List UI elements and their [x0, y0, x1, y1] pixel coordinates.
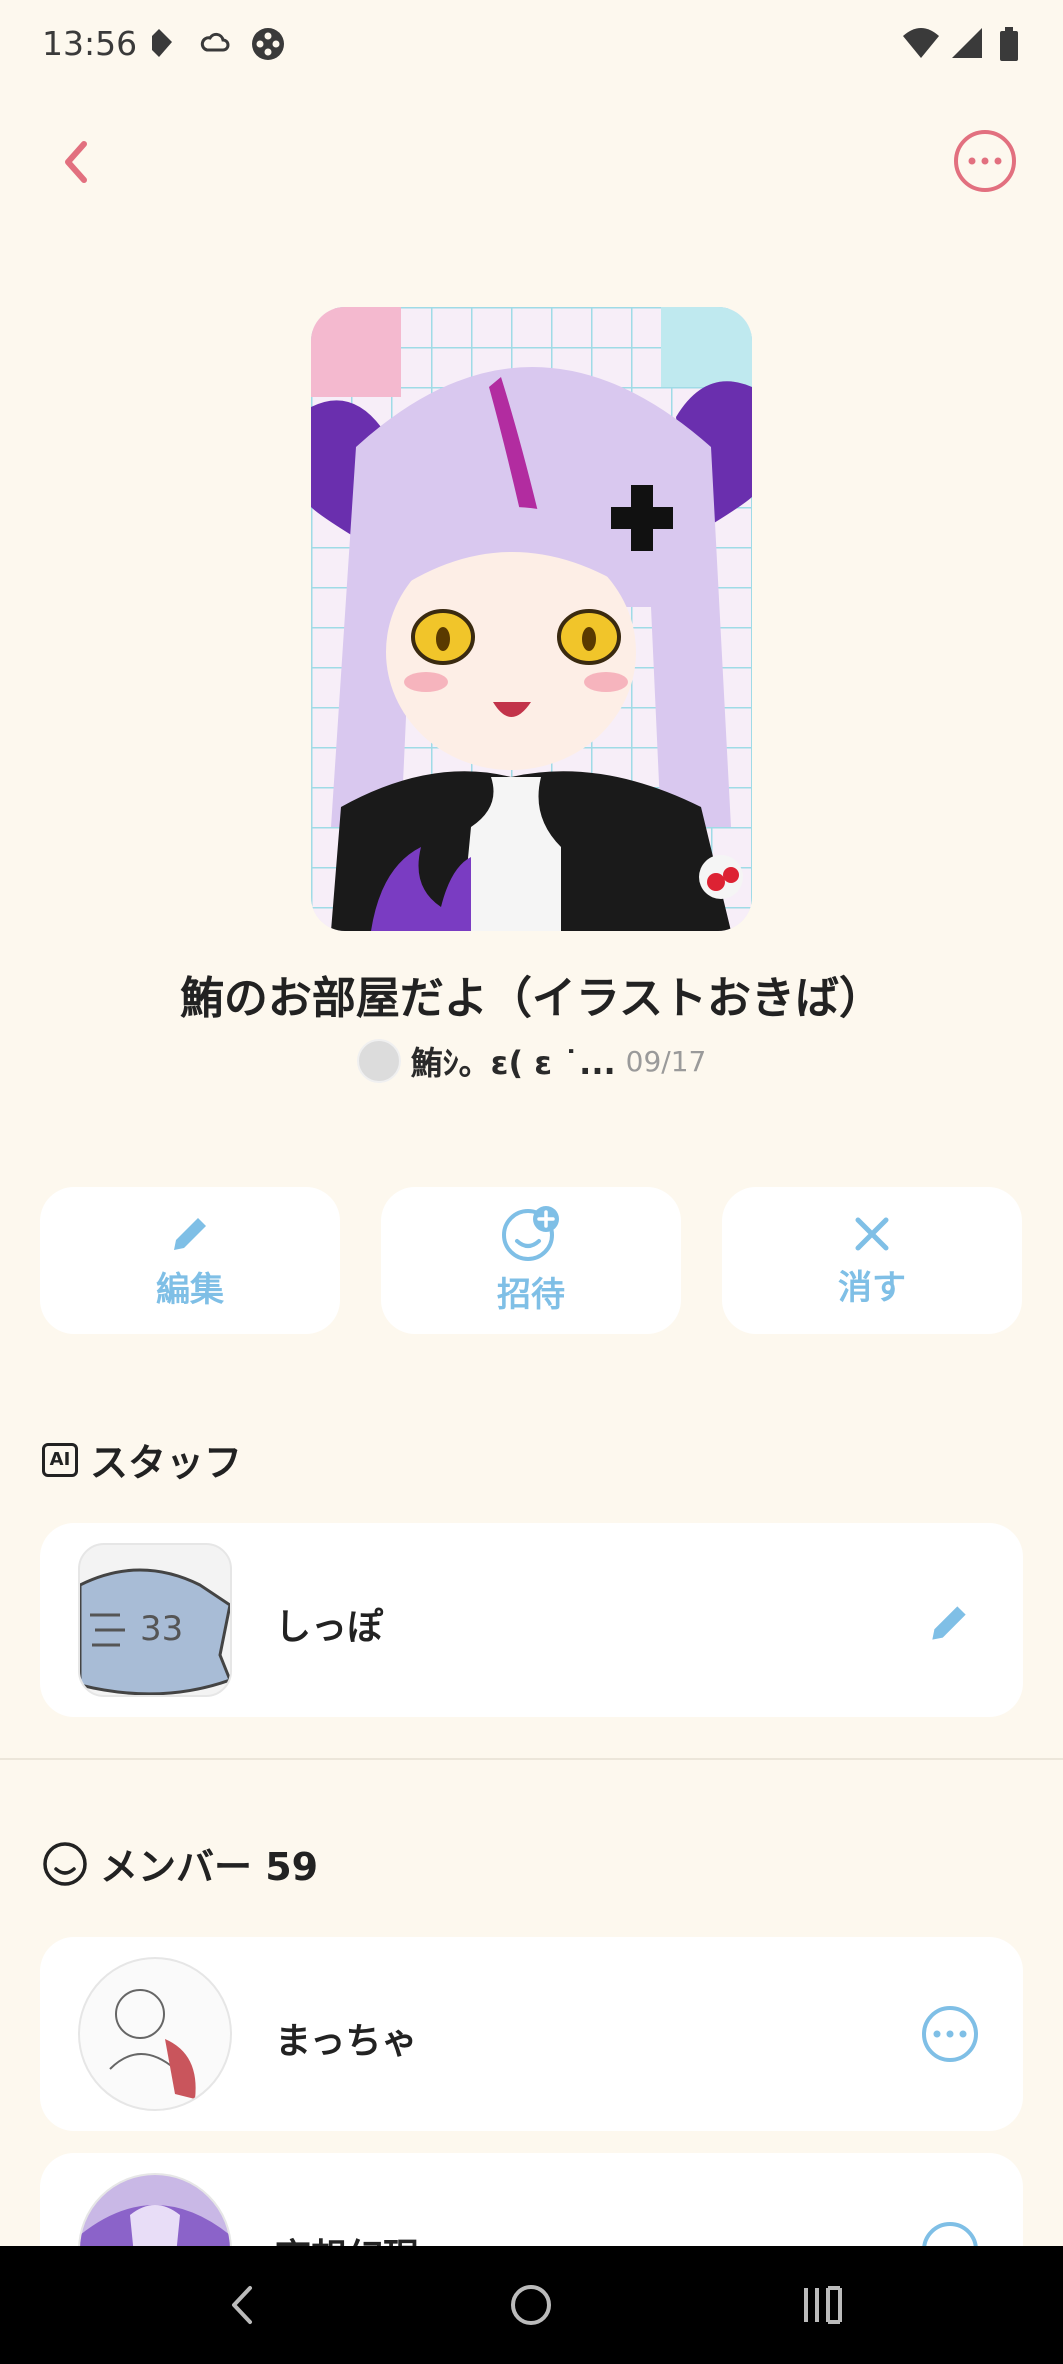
more-horizontal-icon [968, 157, 1002, 165]
nav-home-icon[interactable] [508, 2282, 554, 2328]
owner-name[interactable]: 鮪ｼ。ε( ε ˙... [411, 1038, 616, 1084]
member-face-icon [43, 1841, 87, 1886]
room-date: 09/17 [625, 1044, 707, 1078]
member-row[interactable]: まっちゃ [40, 1937, 1023, 2131]
room-owner-line[interactable]: 鮪ｼ。ε( ε ˙... 09/17 [0, 1038, 1063, 1084]
invite-label: 招待 [497, 1275, 565, 1315]
staff-card[interactable]: 33 しっぽ [40, 1523, 1023, 1717]
delete-label: 消す [838, 1268, 906, 1308]
room-cover-image [311, 307, 752, 931]
close-icon [855, 1217, 889, 1251]
staff-heading-label: スタッフ [90, 1441, 243, 1485]
members-heading: メンバー 59 [42, 1836, 318, 1891]
nav-back-icon[interactable] [220, 2282, 266, 2328]
wifi-icon [903, 28, 939, 58]
back-button[interactable] [48, 132, 108, 192]
room-title: 鮪のお部屋だよ（イラストおきば） [179, 973, 884, 1024]
edit-label: 編集 [156, 1270, 224, 1310]
member-name: まっちゃ [275, 2021, 418, 2062]
delete-button[interactable]: 消す [722, 1187, 1022, 1334]
pencil-icon [174, 1218, 206, 1250]
system-nav-bar [0, 2246, 1063, 2364]
status-time: 13:56 [42, 24, 138, 63]
svg-text:33: 33 [140, 1609, 183, 1649]
more-options-button[interactable] [954, 130, 1016, 192]
edit-staff-pencil-icon[interactable] [924, 1598, 974, 1648]
nav-recents-icon[interactable] [800, 2282, 846, 2328]
invite-face-icon [502, 1206, 559, 1261]
game-icon [252, 28, 284, 60]
location-icon [152, 29, 172, 57]
more-horizontal-icon [933, 2030, 967, 2038]
edit-button[interactable]: 編集 [40, 1187, 340, 1334]
member-avatar[interactable] [78, 1957, 232, 2111]
staff-name: しっぽ [275, 1607, 384, 1648]
invite-button[interactable]: 招待 [381, 1187, 681, 1334]
ai-badge-icon: AI [42, 1442, 78, 1477]
member-more-button[interactable] [922, 2006, 978, 2062]
section-divider [0, 1758, 1063, 1760]
staff-heading: AI スタッフ [42, 1432, 242, 1487]
signal-icon [952, 28, 982, 58]
battery-icon [1000, 27, 1018, 61]
owner-avatar[interactable] [356, 1039, 401, 1083]
cloud-icon [200, 32, 230, 52]
members-heading-label: メンバー 59 [100, 1845, 319, 1889]
staff-avatar: 33 [78, 1543, 232, 1697]
